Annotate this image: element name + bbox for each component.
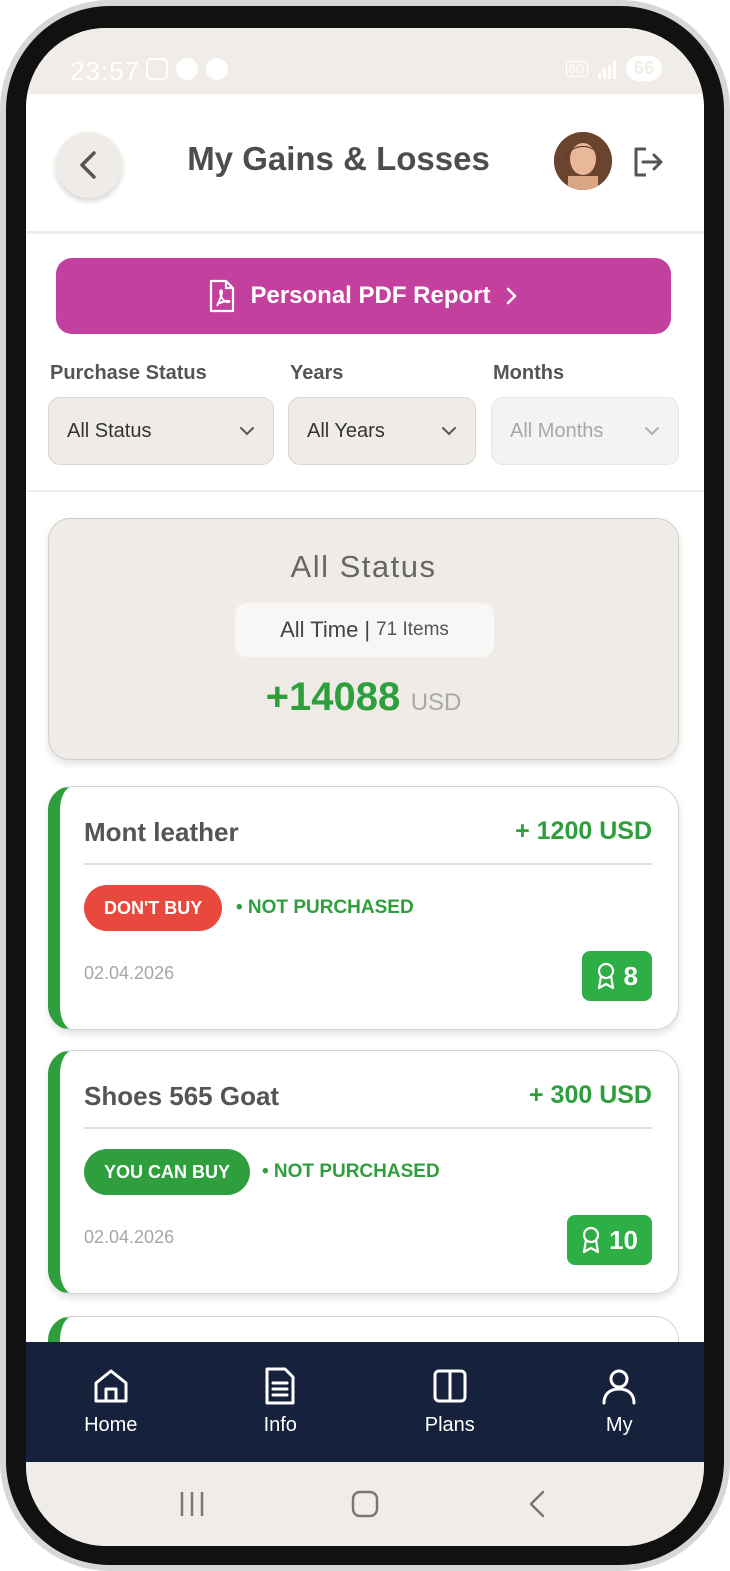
user-avatar[interactable] <box>554 132 612 190</box>
page-title: My Gains & Losses <box>187 140 490 177</box>
summary-separator: | <box>364 617 371 642</box>
bottom-navigation: Home Info Plans My <box>26 1342 704 1462</box>
book-icon <box>433 1369 467 1403</box>
chevron-down-icon <box>240 427 254 436</box>
chat-icon <box>206 58 228 80</box>
select-value: All Status <box>67 419 152 442</box>
chevron-down-icon <box>645 427 659 436</box>
document-icon <box>265 1367 295 1405</box>
item-amount: + 1200 USD <box>515 817 652 845</box>
item-name: Mont leather <box>84 817 239 847</box>
years-select[interactable]: All Years <box>288 397 476 465</box>
system-navigation-bar <box>26 1462 704 1546</box>
summary-period-pill: All Time | 71 Items <box>235 603 494 657</box>
filter-label: Years <box>290 362 344 384</box>
recommendation-badge: DON'T BUY <box>84 885 223 931</box>
back-button[interactable] <box>56 132 122 198</box>
screenshot-icon <box>146 58 168 80</box>
nav-info[interactable]: Info <box>220 1342 340 1462</box>
item-name: Shoes 565 Goat <box>84 1081 280 1111</box>
avatar-portrait <box>554 132 612 190</box>
home-icon <box>94 1369 128 1403</box>
recent-apps-icon[interactable] <box>177 1489 207 1519</box>
nav-label: My <box>605 1414 633 1436</box>
score-badge: 10 <box>567 1215 652 1265</box>
notification-icons <box>146 58 228 80</box>
home-button-icon[interactable] <box>350 1489 380 1519</box>
summary-count: 71 Items <box>376 619 449 640</box>
filter-years: Years All Years <box>288 362 476 465</box>
summary-card: All Status All Time | 71 Items +14088 US… <box>48 518 679 760</box>
chevron-left-icon <box>80 151 96 179</box>
filter-purchase-status: Purchase Status All Status <box>48 362 274 465</box>
recommendation-badge: YOU CAN BUY <box>84 1149 251 1195</box>
pdf-file-icon <box>210 279 235 313</box>
summary-title: All Status <box>290 549 437 584</box>
status-time: 23:57 <box>70 56 141 86</box>
purchase-status-select[interactable]: All Status <box>48 397 274 465</box>
item-card[interactable]: Mont leather + 1200 USD DON'T BUY • NOT … <box>48 786 679 1030</box>
months-select: All Months <box>491 397 679 465</box>
summary-currency: USD <box>410 689 462 716</box>
status-bar: 23:57 5G 66 <box>26 28 704 94</box>
user-icon <box>602 1369 636 1405</box>
signal-icon <box>597 59 616 79</box>
divider <box>84 1127 652 1129</box>
summary-period: All Time <box>280 617 359 642</box>
chevron-down-icon <box>442 427 456 436</box>
pdf-report-label: Personal PDF Report <box>250 282 491 309</box>
nav-label: Plans <box>424 1414 475 1436</box>
item-amount: + 300 USD <box>529 1081 652 1109</box>
summary-total: +14088 USD <box>49 675 678 720</box>
divider <box>26 490 704 492</box>
nav-my[interactable]: My <box>559 1342 679 1462</box>
divider <box>84 863 652 865</box>
item-card[interactable]: Shoes 565 Goat + 300 USD YOU CAN BUY • N… <box>48 1050 679 1294</box>
nav-home[interactable]: Home <box>51 1342 171 1462</box>
nav-label: Home <box>84 1414 138 1436</box>
award-icon <box>597 962 614 990</box>
score-badge: 8 <box>581 951 652 1001</box>
check-icon <box>176 58 198 80</box>
app-header: My Gains & Losses <box>26 94 704 234</box>
filter-months: Months All Months <box>491 362 679 465</box>
select-value: All Years <box>307 419 385 442</box>
item-date: 02.04.2026 <box>84 963 175 983</box>
select-value: All Months <box>510 419 604 442</box>
pdf-report-button[interactable]: Personal PDF Report <box>56 258 671 334</box>
item-date: 02.04.2026 <box>84 1227 175 1247</box>
summary-total-amount: +14088 <box>265 675 401 719</box>
award-icon <box>582 1226 600 1254</box>
status-indicators: 5G 66 <box>565 56 662 81</box>
nav-label: Info <box>263 1414 297 1436</box>
network-type: 5G <box>565 60 588 77</box>
purchase-status: • NOT PURCHASED <box>236 897 414 918</box>
chevron-right-icon <box>506 287 516 305</box>
filter-label: Months <box>493 362 565 384</box>
app-screen: 23:57 5G 66 My Gains & Losses Personal P… <box>26 28 704 1546</box>
battery-level: 66 <box>625 56 662 81</box>
filter-label: Purchase Status <box>50 362 207 384</box>
logout-icon <box>634 147 663 177</box>
nav-plans[interactable]: Plans <box>390 1342 510 1462</box>
score-value: 8 <box>623 960 638 991</box>
purchase-status: • NOT PURCHASED <box>262 1161 440 1182</box>
score-value: 10 <box>609 1224 638 1255</box>
logout-button[interactable] <box>630 144 666 180</box>
system-back-icon[interactable] <box>523 1489 553 1519</box>
